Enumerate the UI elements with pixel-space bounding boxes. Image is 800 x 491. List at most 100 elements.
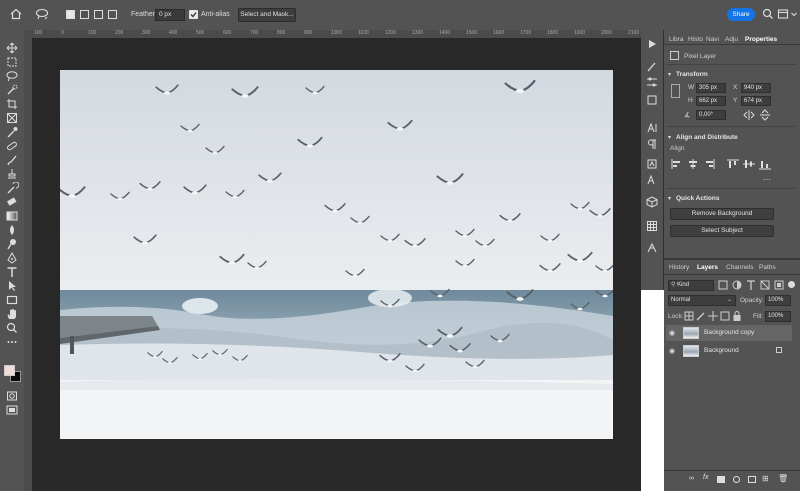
filter-kind-select[interactable]: ⚲ Kind	[668, 280, 714, 291]
move-tool-icon[interactable]	[5, 42, 19, 54]
tab-navigator[interactable]: Navi	[706, 36, 719, 43]
clone-source-icon[interactable]	[645, 94, 659, 106]
width-input[interactable]: 305 px	[696, 83, 726, 93]
blur-tool-icon[interactable]	[5, 224, 19, 236]
layer-style-icon[interactable]: fx	[703, 474, 708, 481]
chevron-down-icon[interactable]: ▾	[668, 71, 671, 78]
align-center-h-icon[interactable]	[686, 158, 700, 170]
link-dimensions-icon[interactable]	[671, 84, 680, 98]
hand-tool-icon[interactable]	[5, 308, 19, 320]
delete-layer-icon[interactable]: 🗑	[778, 474, 788, 483]
new-selection-icon[interactable]	[66, 10, 75, 19]
add-selection-icon[interactable]	[80, 10, 89, 19]
clone-stamp-tool-icon[interactable]	[5, 168, 19, 180]
new-group-icon[interactable]	[748, 476, 756, 483]
align-bottom-icon[interactable]	[758, 158, 772, 170]
lasso-tool-icon[interactable]	[5, 70, 19, 82]
quick-mask-icon[interactable]	[5, 390, 19, 402]
rectangle-tool-icon[interactable]	[5, 294, 19, 306]
swatches-grid-icon[interactable]	[645, 220, 659, 232]
pen-tool-icon[interactable]	[5, 252, 19, 264]
align-top-icon[interactable]	[726, 158, 740, 170]
gradient-tool-icon[interactable]	[5, 210, 19, 222]
angle-input[interactable]: 0,00°	[696, 110, 726, 120]
layer-name[interactable]: Background copy	[704, 329, 754, 336]
layer-row-background[interactable]: ◉ Background	[666, 343, 792, 359]
chevron-down-icon[interactable]: ▾	[668, 134, 671, 141]
anti-alias-checkbox[interactable]	[189, 10, 198, 19]
type-style-icon[interactable]	[645, 174, 659, 186]
align-left-icon[interactable]	[670, 158, 684, 170]
tab-paths[interactable]: Paths	[759, 264, 776, 271]
flip-vertical-icon[interactable]	[758, 109, 772, 121]
lock-all-icon[interactable]	[730, 310, 744, 322]
quick-selection-tool-icon[interactable]	[5, 84, 19, 96]
tab-properties[interactable]: Properties	[745, 36, 777, 43]
paragraph-icon[interactable]	[645, 138, 659, 150]
fill-input[interactable]: 100%	[765, 311, 791, 322]
height-input[interactable]: 662 px	[696, 96, 726, 106]
foreground-color-front[interactable]	[4, 365, 15, 376]
x-input[interactable]: 940 px	[741, 83, 771, 93]
eye-icon[interactable]: ◉	[669, 347, 675, 355]
dodge-tool-icon[interactable]	[5, 238, 19, 250]
feather-input[interactable]: 0 px	[155, 9, 185, 21]
filter-smart-object-icon[interactable]	[772, 279, 786, 291]
adjustment-layer-icon[interactable]	[733, 476, 740, 483]
chevron-down-icon[interactable]	[790, 8, 798, 20]
align-right-icon[interactable]	[702, 158, 716, 170]
layer-name[interactable]: Background	[704, 347, 739, 354]
filter-pixel-icon[interactable]	[716, 279, 730, 291]
select-and-mask-button[interactable]: Select and Mask...	[238, 8, 296, 22]
tab-histogram[interactable]: Histo	[688, 36, 703, 43]
eraser-tool-icon[interactable]	[5, 196, 19, 208]
home-icon[interactable]	[10, 8, 22, 20]
filter-adjustment-icon[interactable]	[730, 279, 744, 291]
remove-background-button[interactable]: Remove Background	[670, 208, 774, 220]
type-tool-icon[interactable]	[5, 266, 19, 278]
lasso-tool-icon[interactable]	[35, 8, 49, 20]
workspace-icon[interactable]	[777, 8, 789, 20]
adjust-icon[interactable]	[645, 76, 659, 88]
brush-tool-icon[interactable]	[5, 154, 19, 166]
more-tools-icon[interactable]	[5, 336, 19, 348]
share-button[interactable]: Share	[727, 8, 755, 21]
add-mask-icon[interactable]	[717, 476, 725, 483]
crop-tool-icon[interactable]	[5, 98, 19, 110]
character-icon[interactable]	[645, 122, 659, 134]
screen-mode-icon[interactable]	[5, 404, 19, 416]
transform-icon[interactable]	[645, 242, 659, 254]
eyedropper-tool-icon[interactable]	[5, 126, 19, 138]
more-options-icon[interactable]: ···	[763, 175, 771, 184]
filter-toggle-icon[interactable]	[788, 281, 795, 288]
filter-type-icon[interactable]	[744, 279, 758, 291]
frame-tool-icon[interactable]	[5, 112, 19, 124]
eye-icon[interactable]: ◉	[669, 329, 675, 337]
search-icon[interactable]	[762, 8, 774, 20]
flip-horizontal-icon[interactable]	[742, 109, 756, 121]
layer-row-background-copy[interactable]: ◉ Background copy	[666, 325, 792, 341]
tab-layers[interactable]: Layers	[697, 264, 718, 271]
artboard-tool-icon[interactable]	[5, 56, 19, 68]
tab-channels[interactable]: Channels	[726, 264, 753, 271]
history-brush-tool-icon[interactable]	[5, 182, 19, 194]
path-selection-tool-icon[interactable]	[5, 280, 19, 292]
play-icon[interactable]	[645, 38, 659, 50]
tab-history[interactable]: History	[669, 264, 689, 271]
healing-brush-tool-icon[interactable]	[5, 140, 19, 152]
y-input[interactable]: 674 px	[741, 96, 771, 106]
new-layer-icon[interactable]: ⊞	[762, 474, 769, 483]
select-subject-button[interactable]: Select Subject	[670, 225, 774, 237]
seagulls-photo[interactable]	[60, 70, 613, 439]
blend-mode-select[interactable]: Normal ⌄	[668, 295, 736, 306]
brush-settings-icon[interactable]	[645, 60, 659, 72]
intersect-selection-icon[interactable]	[108, 10, 117, 19]
zoom-tool-icon[interactable]	[5, 322, 19, 334]
tab-libraries[interactable]: Libra	[669, 36, 683, 43]
subtract-selection-icon[interactable]	[94, 10, 103, 19]
align-middle-v-icon[interactable]	[742, 158, 756, 170]
chevron-down-icon[interactable]: ▾	[668, 195, 671, 202]
opacity-input[interactable]: 100%	[765, 295, 791, 306]
filter-shape-icon[interactable]	[758, 279, 772, 291]
link-layers-icon[interactable]: ∞	[689, 475, 694, 482]
